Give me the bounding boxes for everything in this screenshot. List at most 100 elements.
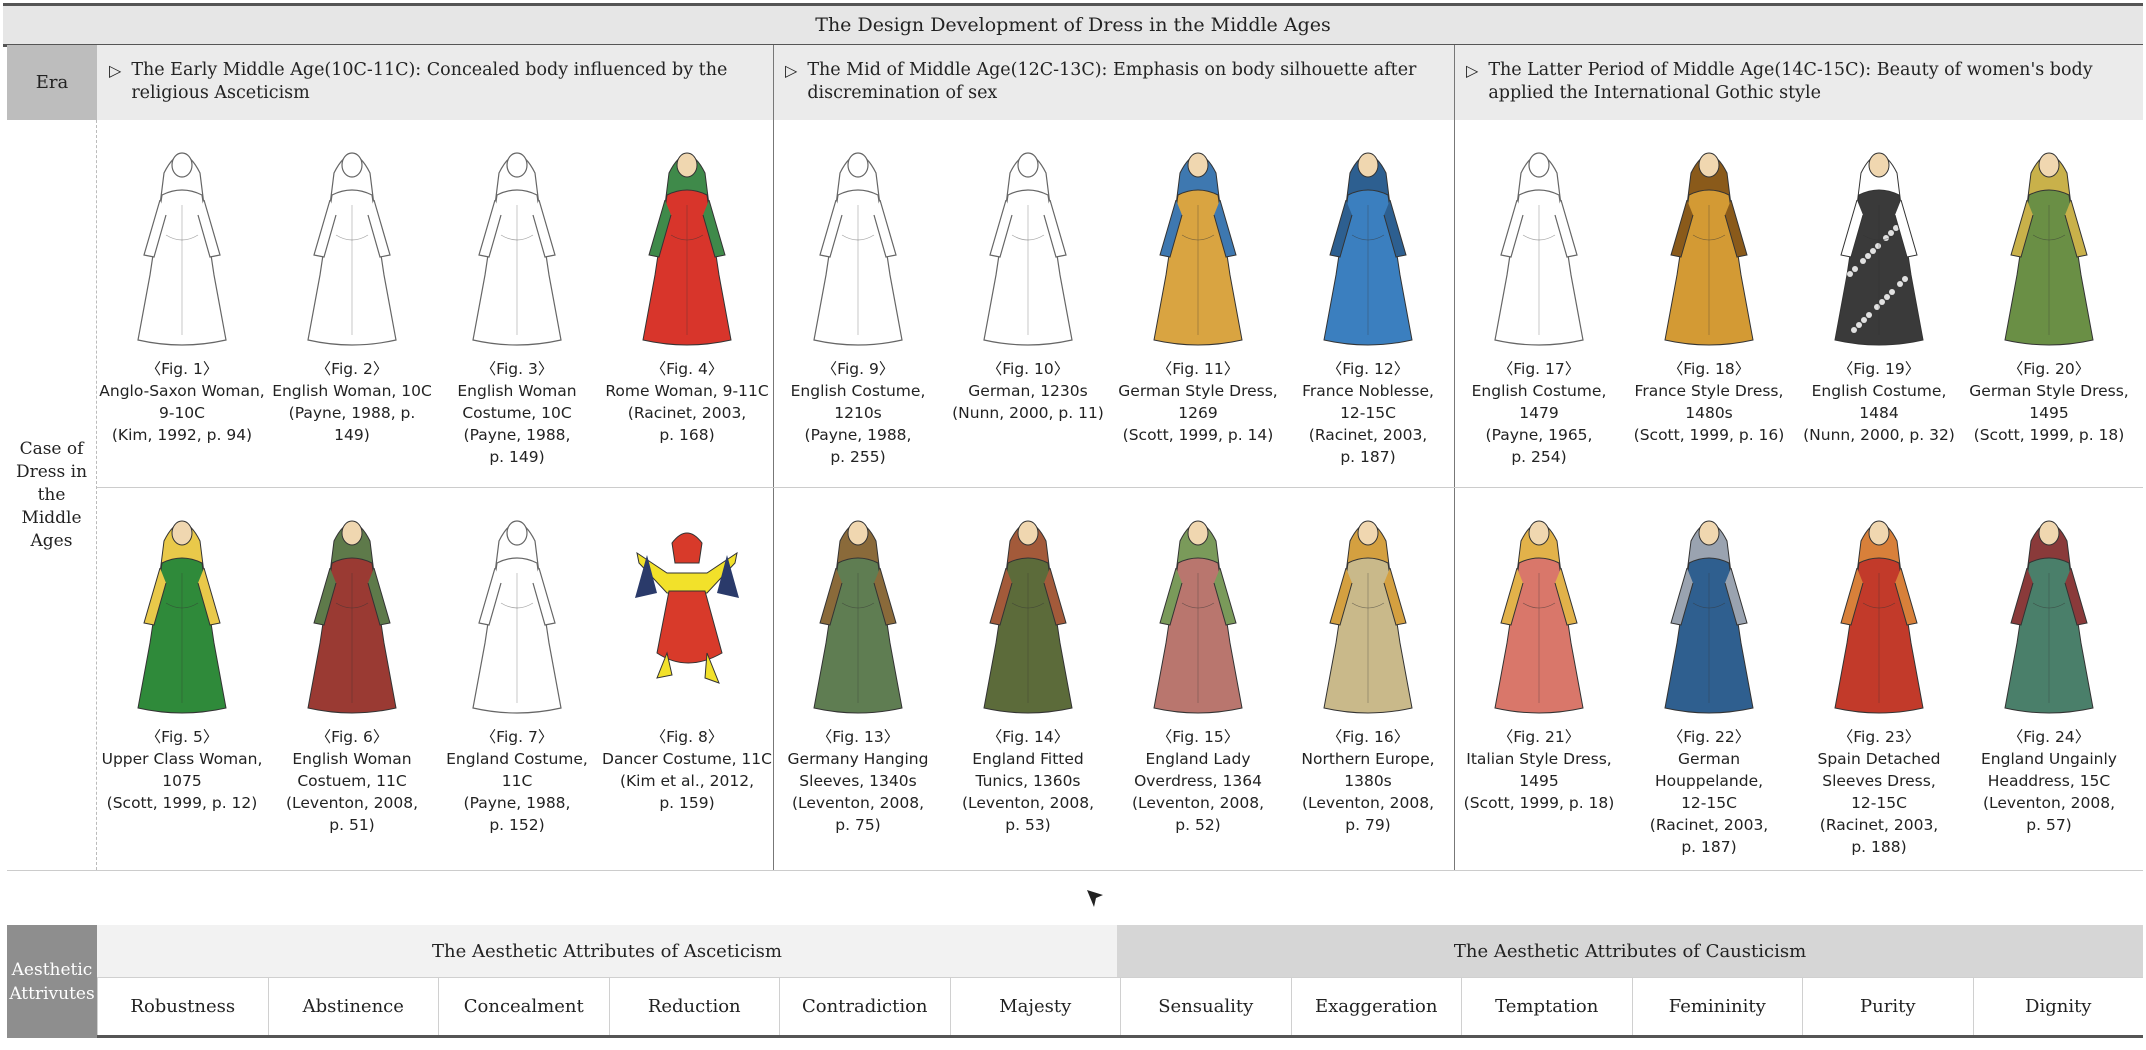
figure-caption: English Costume, 1479 (Payne, 1965, p. 2…	[1471, 382, 1607, 466]
figure-cell: 〈Fig. 8〉 Dancer Costume, 11C (Kim et al.,…	[602, 503, 772, 814]
figure-illustration	[1664, 152, 1754, 346]
group-header-causticism: The Aesthetic Attributes of Causticism	[1117, 925, 2143, 977]
figure-number: 〈Fig. 18〉	[1667, 360, 1751, 378]
figure-cell: 〈Fig. 12〉 France Noblesse, 12-15C (Racine…	[1283, 135, 1453, 468]
figure-number: 〈Fig. 12〉	[1326, 360, 1410, 378]
attribute-cell: Temptation	[1461, 977, 1632, 1035]
figure-illustration	[137, 152, 227, 346]
figure-number: 〈Fig. 19〉	[1837, 360, 1921, 378]
figure-caption: Anglo-Saxon Woman, 9-10C (Kim, 1992, p. …	[99, 382, 265, 444]
attribute-cell: Abstinence	[267, 977, 438, 1035]
attribute-cell: Robustness	[97, 977, 268, 1035]
attribute-cell: Exaggeration	[1290, 977, 1461, 1035]
triangle-icon: ▷	[1466, 61, 1479, 80]
figure-illustration	[642, 152, 732, 346]
figure-number: 〈Fig. 2〉	[315, 360, 389, 378]
figure-cell: 〈Fig. 11〉 German Style Dress, 1269 (Scott…	[1113, 135, 1283, 446]
figure-illustration	[137, 520, 227, 714]
figure-caption: English Woman Costume, 10C (Payne, 1988,…	[457, 382, 577, 466]
figure-cell: 〈Fig. 2〉 English Woman, 10C (Payne, 1988,…	[267, 135, 437, 446]
figure-number: 〈Fig. 17〉	[1497, 360, 1581, 378]
figure-caption: Spain Detached Sleeves Dress, 12-15C (Ra…	[1817, 750, 1941, 856]
figure-cell: 〈Fig. 4〉 Rome Woman, 9-11C (Racinet, 2003…	[602, 135, 772, 446]
figure-illustration	[1494, 152, 1584, 346]
figure-caption: France Style Dress, 1480s (Scott, 1999, …	[1633, 382, 1785, 444]
figure-illustration	[2004, 152, 2094, 346]
figure-number: 〈Fig. 7〉	[480, 728, 554, 746]
attribute-cell: Majesty	[949, 977, 1120, 1035]
figure-caption: Rome Woman, 9-11C (Racinet, 2003, p. 168…	[605, 382, 769, 444]
attribute-cell: Purity	[1802, 977, 1973, 1035]
figure-caption: English Woman, 10C (Payne, 1988, p. 149)	[272, 382, 432, 444]
figure-caption: England Fitted Tunics, 1360s (Leventon, …	[961, 750, 1095, 834]
figure-number: 〈Fig. 8〉	[650, 728, 724, 746]
attribute-cell: Dignity	[1972, 977, 2143, 1035]
figure-cell: 〈Fig. 22〉 German Houppelande, 12-15C (Rac…	[1624, 503, 1794, 858]
figure-cell: 〈Fig. 5〉 Upper Class Woman, 1075 (Scott, …	[97, 503, 267, 814]
period-header-late: ▷ The Latter Period of Middle Age(14C-15…	[1454, 45, 2143, 120]
period-mid-text: The Mid of Middle Age(12C-13C): Emphasis…	[807, 60, 1417, 103]
figure-cell: 〈Fig. 23〉 Spain Detached Sleeves Dress, 1…	[1794, 503, 1964, 858]
figure-cell: 〈Fig. 17〉 English Costume, 1479 (Payne, 1…	[1454, 135, 1624, 468]
figure-cell: 〈Fig. 19〉 English Costume, 1484 (Nunn, 20…	[1794, 135, 1964, 446]
group-header-asceticism: The Aesthetic Attributes of Asceticism	[97, 925, 1117, 977]
figure-caption: German Houppelande, 12-15C (Racinet, 200…	[1649, 750, 1769, 856]
figure-number: 〈Fig. 1〉	[145, 360, 219, 378]
figure-caption: Upper Class Woman, 1075 (Scott, 1999, p.…	[101, 750, 263, 812]
figure-illustration	[1664, 520, 1754, 714]
row-divider	[97, 487, 2143, 488]
figure-number: 〈Fig. 10〉	[986, 360, 1070, 378]
figure-caption: England Costume, 11C (Payne, 1988, p. 15…	[446, 750, 588, 834]
figure-number: 〈Fig. 4〉	[650, 360, 724, 378]
figure-number: 〈Fig. 3〉	[480, 360, 554, 378]
period-early-text: The Early Middle Age(10C-11C): Concealed…	[131, 60, 728, 103]
figure-caption: France Noblesse, 12-15C (Racinet, 2003, …	[1302, 382, 1434, 466]
attribute-cell: Femininity	[1631, 977, 1802, 1035]
period-header-early: ▷ The Early Middle Age(10C-11C): Conceal…	[97, 45, 773, 120]
figure-illustration	[472, 152, 562, 346]
triangle-icon: ▷	[109, 61, 122, 80]
figure-illustration	[472, 520, 562, 714]
figure-cell: 〈Fig. 6〉 English Woman Costuem, 11C (Leve…	[267, 503, 437, 836]
row-divider	[7, 870, 2143, 871]
figure-cell: 〈Fig. 13〉 Germany Hanging Sleeves, 1340s …	[773, 503, 943, 836]
figure-illustration	[813, 520, 903, 714]
figure-illustration	[307, 520, 397, 714]
figure-caption: German Style Dress, 1495 (Scott, 1999, p…	[1969, 382, 2129, 444]
figure-cell: 〈Fig. 24〉 England Ungainly Headdress, 15C…	[1964, 503, 2134, 836]
figure-cell: 〈Fig. 10〉 German, 1230s (Nunn, 2000, p. 1…	[943, 135, 1113, 424]
figure-illustration	[307, 152, 397, 346]
figure-caption: Northern Europe, 1380s (Leventon, 2008, …	[1301, 750, 1435, 834]
figure-number: 〈Fig. 13〉	[816, 728, 900, 746]
figure-cell: 〈Fig. 16〉 Northern Europe, 1380s (Levento…	[1283, 503, 1453, 836]
figure-caption: English Costume, 1210s (Payne, 1988, p. …	[790, 382, 926, 466]
figure-illustration	[2004, 520, 2094, 714]
figure-number: 〈Fig. 6〉	[315, 728, 389, 746]
period-header-mid: ▷ The Mid of Middle Age(12C-13C): Emphas…	[773, 45, 1454, 120]
figure-number: 〈Fig. 20〉	[2007, 360, 2091, 378]
figure-illustration	[635, 532, 739, 684]
aesthetic-label: Aesthetic Attrivutes	[7, 925, 97, 1038]
figure-caption: Italian Style Dress, 1495 (Scott, 1999, …	[1463, 750, 1615, 812]
figure-number: 〈Fig. 15〉	[1156, 728, 1240, 746]
figure-caption: English Woman Costuem, 11C (Leventon, 20…	[285, 750, 419, 834]
attribute-cell: Concealment	[438, 977, 609, 1035]
figure-number: 〈Fig. 24〉	[2007, 728, 2091, 746]
figure-number: 〈Fig. 16〉	[1326, 728, 1410, 746]
figure-illustration	[813, 152, 903, 346]
figure-number: 〈Fig. 11〉	[1156, 360, 1240, 378]
figure-cell: 〈Fig. 21〉 Italian Style Dress, 1495 (Scot…	[1454, 503, 1624, 814]
figure-number: 〈Fig. 5〉	[145, 728, 219, 746]
figure-illustration	[983, 520, 1073, 714]
figure-number: 〈Fig. 14〉	[986, 728, 1070, 746]
figure-number: 〈Fig. 22〉	[1667, 728, 1751, 746]
figure-caption: Dancer Costume, 11C (Kim et al., 2012, p…	[602, 750, 772, 812]
figure-caption: German, 1230s (Nunn, 2000, p. 11)	[952, 382, 1104, 422]
figure-illustration	[983, 152, 1073, 346]
figure-caption: England Ungainly Headdress, 15C (Levento…	[1981, 750, 2117, 834]
figure-number: 〈Fig. 9〉	[821, 360, 895, 378]
figure-caption: Germany Hanging Sleeves, 1340s (Leventon…	[787, 750, 929, 834]
figure-illustration	[1494, 520, 1584, 714]
attribute-cell: Reduction	[608, 977, 779, 1035]
attribute-cell: Sensuality	[1120, 977, 1291, 1035]
